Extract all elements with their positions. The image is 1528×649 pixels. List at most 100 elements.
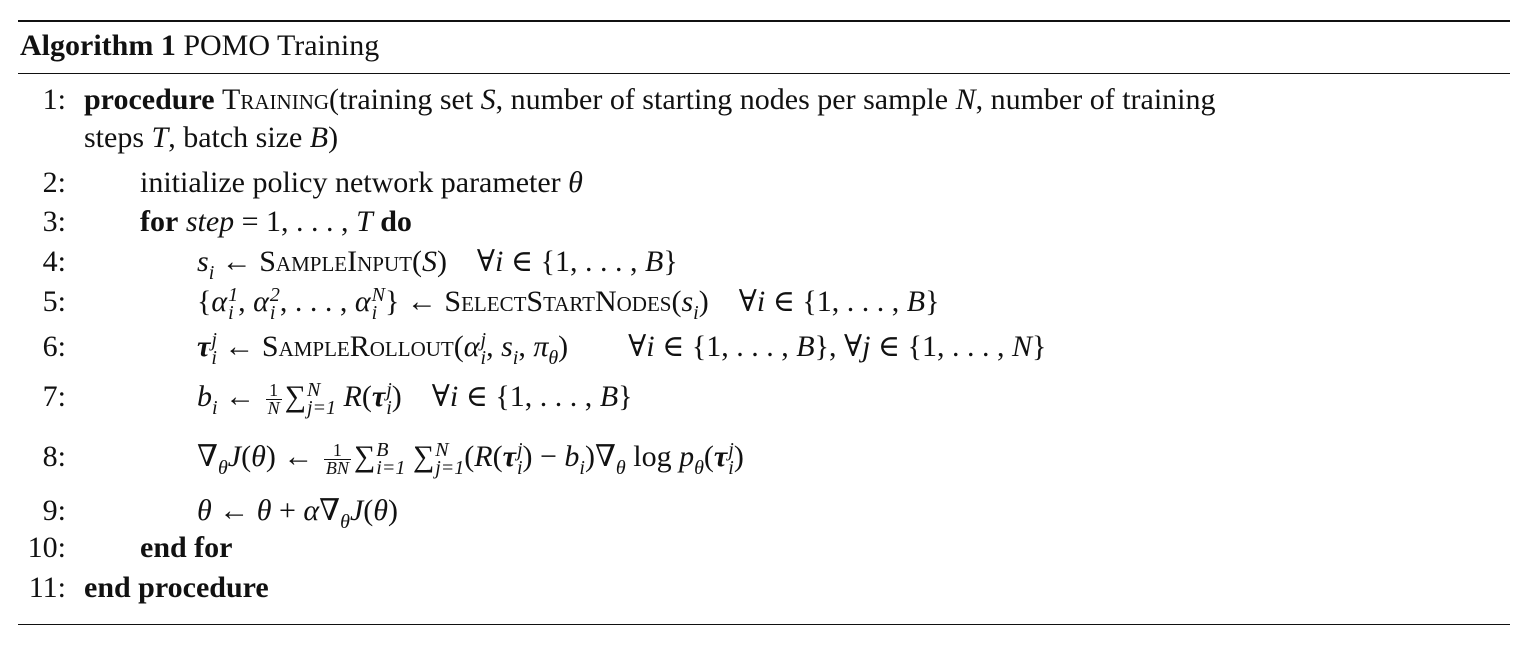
text: , [518,330,534,363]
text: } [618,380,633,413]
math-symbol: B [906,285,926,318]
keyword: end for [140,531,233,564]
text: (training set [329,83,481,116]
math-symbol: θ [256,494,272,527]
math-symbol: R [474,440,493,473]
text: ( [411,245,422,278]
math-symbol: J [227,440,242,473]
line-number: 3: [42,205,66,238]
algorithm-line: 3: for step = 1, . . . , T do [0,202,1528,242]
text: , batch size [168,121,310,154]
text: ( [453,330,464,363]
text: ) [328,121,339,154]
line-content: bi ← 1 N ∑ Nj=1 R(τ j i) ∀i ∈ {1, . . . , B} [197,377,633,420]
math-symbol: S [421,245,437,278]
text: ) ∀ [558,330,647,363]
math-symbol: S [480,83,496,116]
subscript: i=1 [376,457,406,480]
line-content: initialize policy network parameter θ [140,163,583,203]
function-name: Training [222,83,330,116]
denominator: N [267,397,280,418]
math-symbol: N [1012,330,1033,363]
subscript: j=1 [435,457,465,480]
algorithm-line: 1: procedure Training(training set S, num… [0,80,1528,120]
text [405,440,413,473]
line-content: ∇θJ(θ) ← 1 BN ∑ Bi=1 ∑ Nj=1 (R(τ j i) − bi)∇θ l… [197,437,744,480]
math-symbol: τ [713,440,728,473]
line-content: θ ← θ + α∇θJ(θ) [197,491,398,532]
text: ( [241,440,252,473]
function-name: SampleInput [259,245,412,278]
subscript: i [228,302,234,325]
text: ∈ {1, . . . , [765,285,907,318]
math-symbol: step [185,205,235,238]
text: ( [671,285,682,318]
math-symbol: s [501,330,513,363]
line-number: 5: [42,285,66,318]
summation-symbol: ∑ [412,440,435,473]
algorithm-line: 6: τ j i ← SampleRollout(α j i, si, πθ) ∀i ∈ … [0,327,1528,368]
math-symbol: B [309,121,329,154]
denominator: BN [325,457,349,478]
line-content: steps T, batch size B) [84,118,338,158]
text: ) ← [265,440,321,473]
caption-rule [18,73,1510,75]
sub-superscript: Nj=1 [435,440,465,480]
math-symbol: b [564,440,580,473]
function-name: SampleRollout [261,330,454,363]
text: ( [703,440,714,473]
text: initialize policy network parameter [140,166,569,199]
math-symbol: i [449,380,459,413]
math-symbol: p [679,440,695,473]
algorithm-line: 8: ∇θJ(θ) ← 1 BN ∑ Bi=1 ∑ Nj=1 (R(τ j i) − bi)∇θ… [0,437,1528,480]
text: ∈ {1, . . . , [458,380,600,413]
function-name: SelectStartNodes [444,285,672,318]
text: ∈ {1, . . . , [503,245,645,278]
subscript: θ [694,457,704,479]
summation-symbol: ∑ [284,380,306,413]
line-number: 11: [28,571,66,604]
text: ← [217,380,263,413]
algorithm-line: 5: {α 1 i, α2i, . . . , α Ni} ← SelectStartN… [0,282,1528,325]
algorithm-line: 9: θ ← θ + α∇θJ(θ) [0,491,1528,532]
text: ) ∀ [698,285,757,318]
text: ← [211,494,257,527]
sub-superscript: Nj=1 [306,380,337,420]
line-number: 6: [42,330,66,363]
line-content: procedure Training(training set S, numbe… [84,80,1216,120]
math-symbol: α [253,285,269,318]
summation-symbol: ∑ [353,440,376,473]
algorithm-line: 2: initialize policy network parameter θ [0,163,1528,203]
text: ) [733,440,744,473]
math-symbol: s [681,285,694,318]
text: ∈ {1, . . . , [654,330,797,363]
algorithm-line: steps T, batch size B) [0,118,1528,158]
math-symbol: α [303,494,320,527]
text: }, ∀ [814,330,863,363]
numerator: 1 [323,441,351,460]
keyword: end procedure [84,571,269,604]
text: ∈ {1, . . . , [870,330,1013,363]
subscript: θ [615,457,626,479]
text: ( [363,494,374,527]
text: )∇ [584,440,616,473]
math-symbol: N [955,83,976,116]
line-content: end for [140,528,233,568]
subscript: i [269,302,276,325]
math-symbol: θ [197,494,212,527]
text [215,83,223,116]
text: ( [464,440,475,473]
text [336,380,344,413]
keyword: for [140,205,179,238]
line-number: 1: [42,83,66,116]
text: , [238,285,254,318]
algorithm-line: 10: end for [0,528,1528,568]
line-content: si ← SampleInput(S) ∀i ∈ {1, . . . , B} [197,242,678,283]
text: ← [214,245,260,278]
math-symbol: θ [568,166,583,199]
text: ∇ [197,440,218,473]
sub-superscript: 2i [269,285,280,325]
math-symbol: T [356,205,373,238]
text: ← [216,330,262,363]
subscript: j=1 [306,397,337,420]
